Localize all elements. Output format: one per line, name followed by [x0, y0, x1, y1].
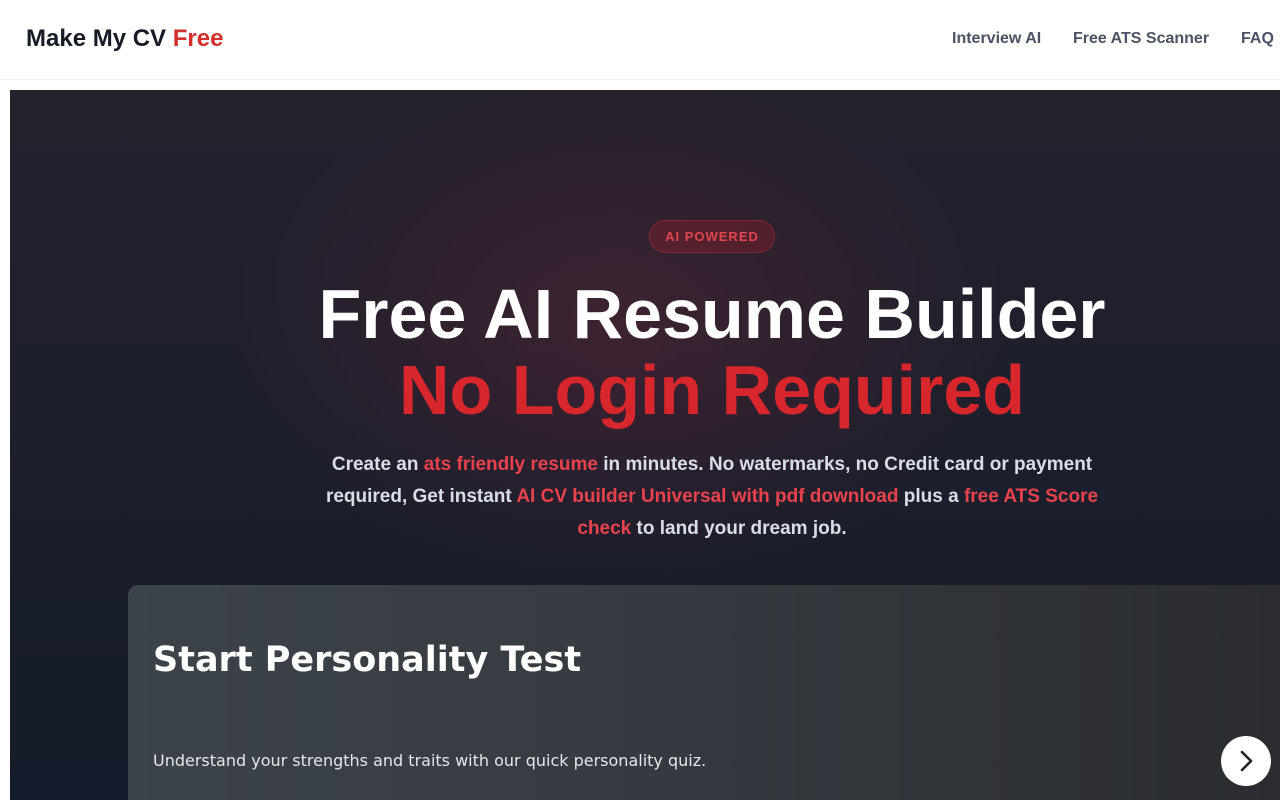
card-title: Start Personality Test	[153, 640, 582, 680]
brand-accent: Free	[172, 25, 224, 52]
nav-link-ats-scanner[interactable]: Free ATS Scanner	[1073, 30, 1209, 48]
next-button[interactable]	[1221, 736, 1271, 786]
hero-section: AI POWERED Free AI Resume Builder No Log…	[10, 90, 1280, 800]
chevron-right-icon	[1240, 750, 1253, 772]
hero-subtitle: Create an ats friendly resume in minutes…	[300, 449, 1124, 545]
subtitle-text-4: to land your dream job.	[631, 518, 847, 539]
hero-title-line2: No Login Required	[398, 351, 1026, 429]
navbar: Make My CV Free Interview AI Free ATS Sc…	[0, 0, 1280, 80]
subtitle-link-ats-resume[interactable]: ats friendly resume	[424, 454, 598, 475]
hero-title-line1: Free AI Resume Builder	[318, 275, 1106, 353]
ai-powered-badge: AI POWERED	[649, 220, 775, 253]
personality-test-card[interactable]: Start Personality Test Understand your s…	[128, 585, 1280, 800]
subtitle-text-1: Create an	[331, 454, 424, 475]
subtitle-link-ai-cv-builder[interactable]: AI CV builder Universal with pdf downloa…	[516, 486, 898, 507]
card-description: Understand your strengths and traits wit…	[153, 751, 707, 770]
brand-logo[interactable]: Make My CV Free	[26, 25, 223, 53]
nav-link-interview-ai[interactable]: Interview AI	[952, 30, 1041, 48]
nav-link-faq[interactable]: FAQ	[1241, 30, 1274, 48]
brand-text: Make My CV	[26, 25, 167, 52]
subtitle-text-3: plus a	[898, 486, 964, 507]
